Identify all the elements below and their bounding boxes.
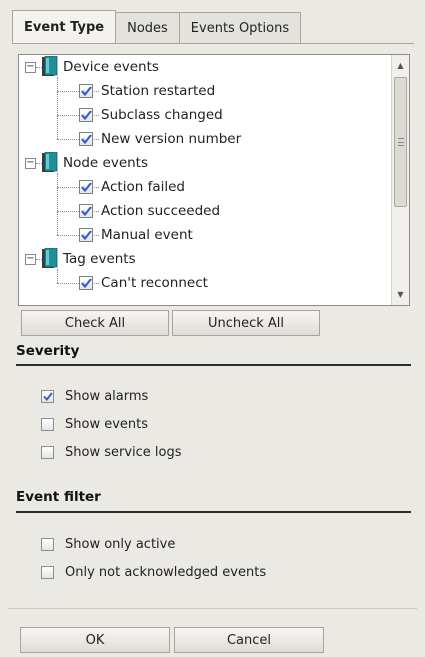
- show-alarms-label: Show alarms: [65, 388, 149, 404]
- cancel-button[interactable]: Cancel: [174, 627, 324, 653]
- show-events-label: Show events: [65, 416, 149, 432]
- only-not-acknowledged-label: Only not acknowledged events: [65, 564, 267, 580]
- tree-item-checkbox[interactable]: [79, 108, 93, 122]
- tree-group-label: Node events: [63, 155, 149, 171]
- tree-item-label: Station restarted: [101, 83, 216, 99]
- tab-event-type[interactable]: Event Type: [12, 10, 117, 44]
- tree-item[interactable]: Station restarted: [101, 79, 215, 103]
- event-filter-rule: [16, 511, 411, 513]
- tab-events-options[interactable]: Events Options: [179, 12, 302, 44]
- tree-item-label: Can't reconnect: [101, 275, 208, 291]
- show-events-checkbox[interactable]: [41, 417, 54, 431]
- event-group-book-icon: [42, 55, 58, 77]
- tab-bar: Event Type Nodes Events Options: [12, 10, 302, 44]
- tab-nodes[interactable]: Nodes: [116, 12, 180, 44]
- ok-button[interactable]: OK: [20, 627, 170, 653]
- show-service-logs-option[interactable]: Show service logs: [41, 441, 182, 463]
- only-not-acknowledged-checkbox[interactable]: [41, 565, 54, 579]
- severity-title: Severity: [16, 343, 80, 359]
- show-only-active-option[interactable]: Show only active: [41, 533, 175, 555]
- show-service-logs-label: Show service logs: [65, 444, 182, 460]
- tree-item-label: Subclass changed: [101, 107, 223, 123]
- show-service-logs-checkbox[interactable]: [41, 445, 54, 459]
- uncheck-all-button[interactable]: Uncheck All: [172, 310, 320, 336]
- show-alarms-checkbox[interactable]: [41, 389, 54, 403]
- only-not-acknowledged-option[interactable]: Only not acknowledged events: [41, 561, 266, 583]
- tree-group-1[interactable]: Node events: [63, 151, 148, 175]
- tree-group-2[interactable]: Tag events: [63, 247, 136, 271]
- tree-group-label: Tag events: [63, 251, 136, 267]
- event-filter-title: Event filter: [16, 489, 101, 505]
- tree-item-checkbox[interactable]: [79, 132, 93, 146]
- tree-expander-icon[interactable]: −: [25, 62, 36, 73]
- tree-item[interactable]: Action failed: [101, 175, 185, 199]
- show-only-active-checkbox[interactable]: [41, 537, 54, 551]
- tree-expander-icon[interactable]: −: [25, 254, 36, 265]
- event-group-book-icon: [42, 151, 58, 173]
- tree-item-checkbox[interactable]: [79, 228, 93, 242]
- show-events-option[interactable]: Show events: [41, 413, 148, 435]
- check-all-button[interactable]: Check All: [21, 310, 169, 336]
- show-alarms-option[interactable]: Show alarms: [41, 385, 148, 407]
- tab-divider: [12, 43, 414, 44]
- tree-item[interactable]: New version number: [101, 127, 241, 151]
- scroll-up-arrow-icon[interactable]: ▲: [392, 57, 409, 74]
- tree-scrollbar[interactable]: ▲ ▼: [391, 55, 409, 305]
- tree-item-label: Manual event: [101, 227, 193, 243]
- scrollbar-thumb[interactable]: [394, 77, 407, 207]
- tree-group-0[interactable]: Device events: [63, 55, 159, 79]
- tree-item[interactable]: Manual event: [101, 223, 193, 247]
- tree-item-checkbox[interactable]: [79, 180, 93, 194]
- tree-item[interactable]: Can't reconnect: [101, 271, 208, 295]
- event-type-tree[interactable]: ▲ ▼ − Device events Station restarted Subcl…: [18, 54, 410, 306]
- tree-item-checkbox[interactable]: [79, 204, 93, 218]
- tree-item-label: New version number: [101, 131, 242, 147]
- tree-item-label: Action failed: [101, 179, 185, 195]
- tree-item-label: Action succeeded: [101, 203, 221, 219]
- event-group-book-icon: [42, 247, 58, 269]
- tree-expander-icon[interactable]: −: [25, 158, 36, 169]
- severity-rule: [16, 364, 411, 366]
- tree-group-label: Device events: [63, 59, 159, 75]
- tree-item[interactable]: Action succeeded: [101, 199, 220, 223]
- show-only-active-label: Show only active: [65, 536, 176, 552]
- tree-item-checkbox[interactable]: [79, 276, 93, 290]
- tree-item[interactable]: Subclass changed: [101, 103, 223, 127]
- tree-item-checkbox[interactable]: [79, 84, 93, 98]
- scroll-down-arrow-icon[interactable]: ▼: [392, 286, 409, 303]
- footer-divider: [8, 608, 417, 609]
